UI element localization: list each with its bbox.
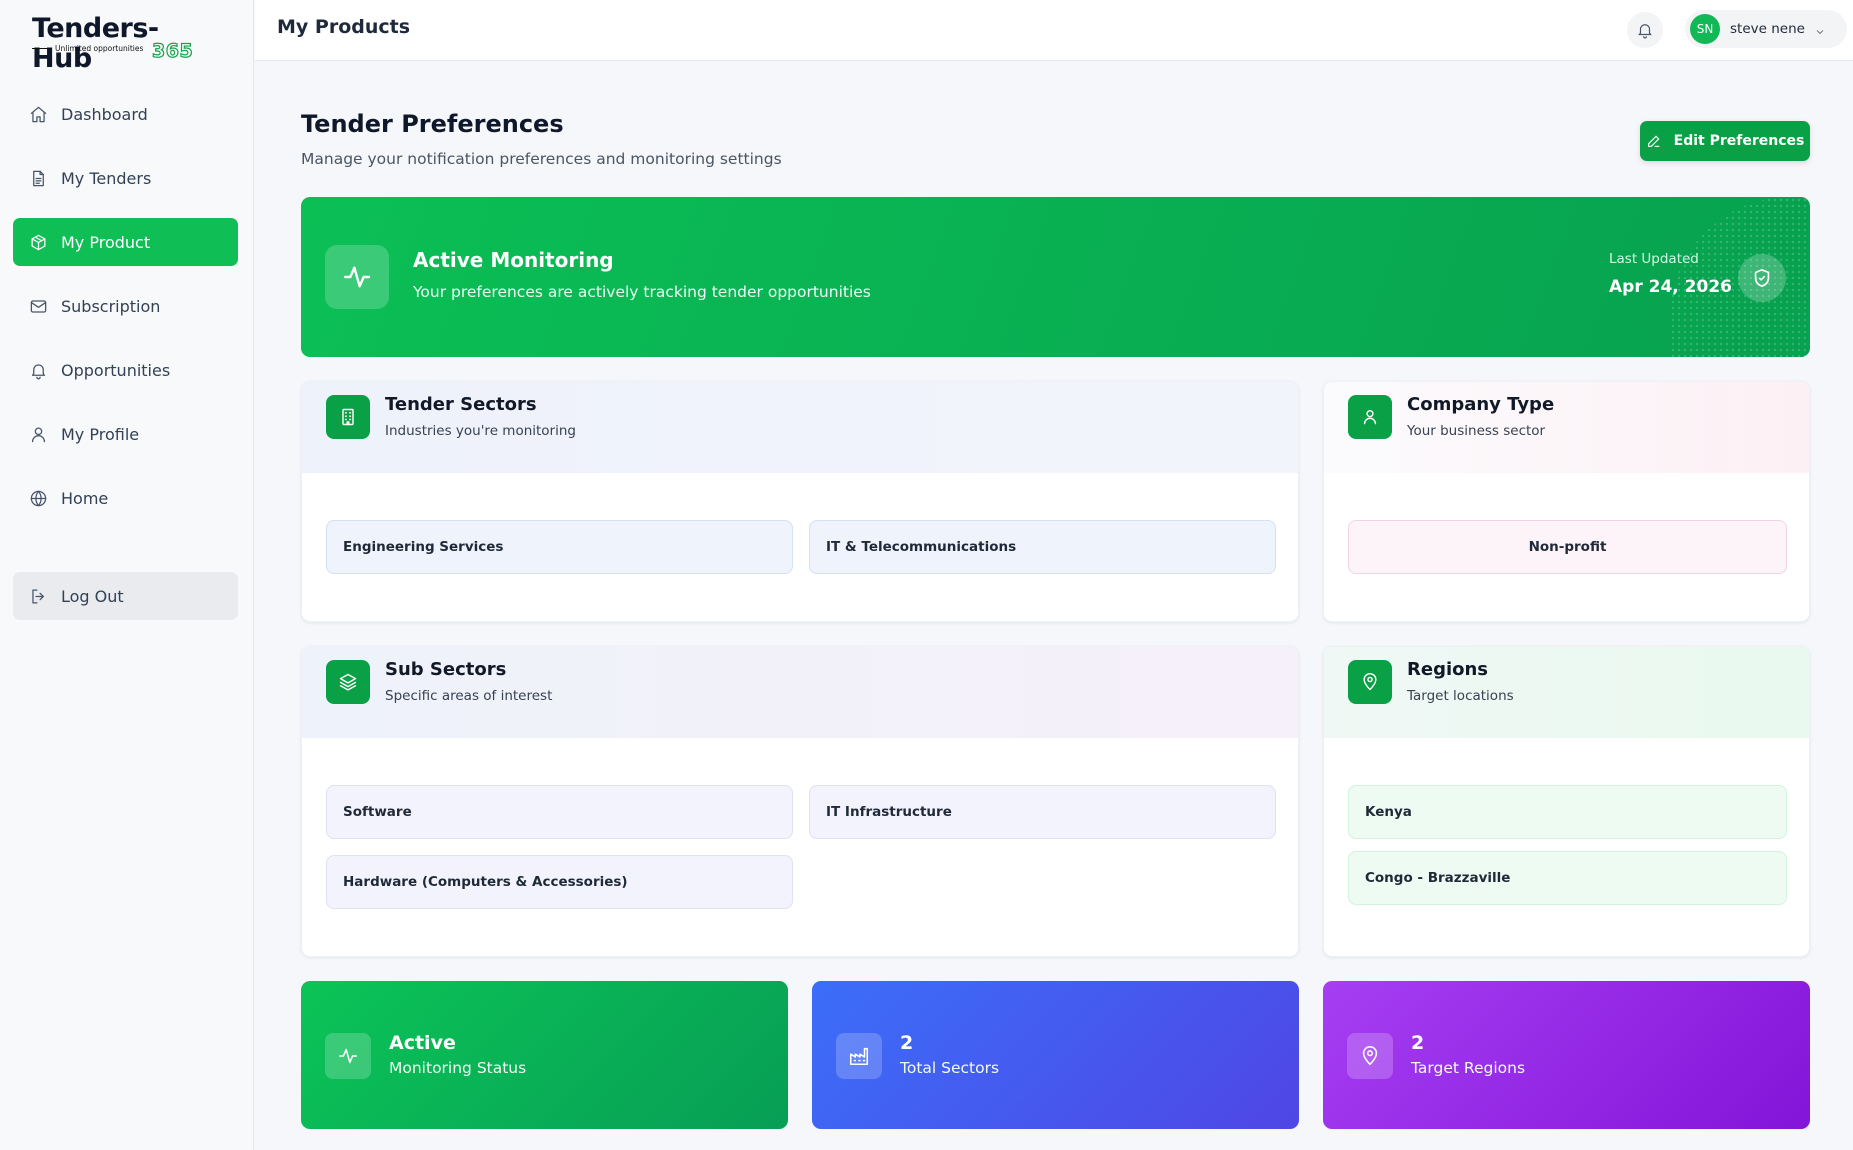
card-header: Regions Target locations <box>1324 647 1809 738</box>
stat-value: Active <box>389 1032 456 1054</box>
regions-card: Regions Target locations Kenya Congo - B… <box>1323 646 1810 957</box>
card-title: Tender Sectors <box>385 394 537 415</box>
card-title: Sub Sectors <box>385 659 507 680</box>
map-pin-icon <box>1348 660 1392 704</box>
card-header: Sub Sectors Specific areas of interest <box>302 647 1298 738</box>
stat-monitoring-status: Active Monitoring Status <box>301 981 788 1129</box>
sidebar-item-label: Dashboard <box>61 104 148 124</box>
logout-label: Log Out <box>61 586 124 606</box>
sidebar-item-my-profile[interactable]: My Profile <box>13 410 238 458</box>
last-updated-value: Apr 24, 2026 <box>1609 277 1732 297</box>
sidebar-item-label: Opportunities <box>61 360 171 380</box>
edit-preferences-label: Edit Preferences <box>1673 133 1805 149</box>
bell-icon <box>1638 24 1652 39</box>
company-type-chip: Non-profit <box>1348 520 1787 574</box>
top-bar: My Products SN steve nene <box>255 0 1853 61</box>
bell-icon <box>28 360 48 380</box>
avatar: SN <box>1690 14 1720 44</box>
stat-label: Target Regions <box>1411 1059 1526 1077</box>
sidebar-item-my-tenders[interactable]: My Tenders <box>13 154 238 202</box>
activity-icon <box>325 245 389 309</box>
card-title: Company Type <box>1407 394 1555 415</box>
user-icon <box>28 424 48 444</box>
user-name: steve nene <box>1730 21 1805 37</box>
region-chip: Congo - Brazzaville <box>1348 851 1787 905</box>
card-subtitle: Your business sector <box>1407 423 1546 439</box>
sub-sector-chip: IT Infrastructure <box>809 785 1276 839</box>
edit-preferences-button[interactable]: Edit Preferences <box>1640 121 1810 161</box>
user-icon <box>1348 395 1392 439</box>
edit-icon <box>1647 135 1660 147</box>
active-monitoring-banner: Active Monitoring Your preferences are a… <box>301 197 1810 357</box>
last-updated-label: Last Updated <box>1609 251 1699 267</box>
sub-sector-chip: Hardware (Computers & Accessories) <box>326 855 793 909</box>
monitoring-subtitle: Your preferences are actively tracking t… <box>413 283 871 301</box>
card-header: Tender Sectors Industries you're monitor… <box>302 382 1298 473</box>
tender-sectors-card: Tender Sectors Industries you're monitor… <box>301 381 1299 622</box>
brand-logo[interactable]: Tenders-Hub Unlimited opportunities 365 <box>32 14 212 74</box>
sidebar-item-label: My Profile <box>61 424 140 444</box>
sector-chip: Engineering Services <box>326 520 793 574</box>
card-subtitle: Specific areas of interest <box>385 688 553 704</box>
monitoring-title: Active Monitoring <box>413 248 614 272</box>
company-type-card: Company Type Your business sector Non-pr… <box>1323 381 1810 622</box>
card-title: Regions <box>1407 659 1489 680</box>
logout-button[interactable]: Log Out <box>13 572 238 620</box>
sidebar-item-home[interactable]: Home <box>13 474 238 522</box>
factory-icon <box>836 1033 882 1079</box>
stat-total-sectors: 2 Total Sectors <box>812 981 1299 1129</box>
logout-icon <box>28 586 48 606</box>
card-subtitle: Industries you're monitoring <box>385 423 576 439</box>
document-icon <box>28 168 48 188</box>
sidebar-item-label: My Product <box>61 232 151 252</box>
stat-target-regions: 2 Target Regions <box>1323 981 1810 1129</box>
card-header: Company Type Your business sector <box>1324 382 1809 473</box>
sidebar-item-opportunities[interactable]: Opportunities <box>13 346 238 394</box>
sub-sector-chip: Software <box>326 785 793 839</box>
page-title: My Products <box>277 16 411 38</box>
shield-check-icon <box>1738 254 1786 302</box>
sidebar-item-label: Home <box>61 488 109 508</box>
activity-icon <box>325 1033 371 1079</box>
sidebar-item-subscription[interactable]: Subscription <box>13 282 238 330</box>
card-subtitle: Target locations <box>1407 688 1514 704</box>
package-icon <box>28 232 48 252</box>
stat-label: Total Sectors <box>900 1059 1000 1077</box>
notifications-button[interactable] <box>1627 12 1663 48</box>
home-icon <box>28 104 48 124</box>
logo-tagline: Unlimited opportunities <box>32 44 143 53</box>
sidebar-item-my-product[interactable]: My Product <box>13 218 238 266</box>
preferences-subtitle: Manage your notification preferences and… <box>301 150 782 168</box>
sidebar-item-label: My Tenders <box>61 168 152 188</box>
building-icon <box>326 395 370 439</box>
globe-icon <box>28 488 48 508</box>
sidebar-nav: Dashboard My Tenders My Product Subscrip… <box>13 90 238 620</box>
stat-value: 2 <box>900 1032 914 1054</box>
stat-value: 2 <box>1411 1032 1425 1054</box>
preferences-title: Tender Preferences <box>301 110 564 138</box>
sidebar-item-label: Subscription <box>61 296 161 316</box>
logo-suffix: 365 <box>151 39 194 62</box>
stat-label: Monitoring Status <box>389 1059 527 1077</box>
mail-icon <box>28 296 48 316</box>
layers-icon <box>326 660 370 704</box>
map-pin-icon <box>1347 1033 1393 1079</box>
user-menu-button[interactable]: SN steve nene <box>1685 10 1847 48</box>
region-chip: Kenya <box>1348 785 1787 839</box>
sidebar: Tenders-Hub Unlimited opportunities 365 … <box>0 0 254 1150</box>
sector-chip: IT & Telecommunications <box>809 520 1276 574</box>
sub-sectors-card: Sub Sectors Specific areas of interest S… <box>301 646 1299 957</box>
chevron-down-icon <box>1814 23 1826 35</box>
sidebar-item-dashboard[interactable]: Dashboard <box>13 90 238 138</box>
